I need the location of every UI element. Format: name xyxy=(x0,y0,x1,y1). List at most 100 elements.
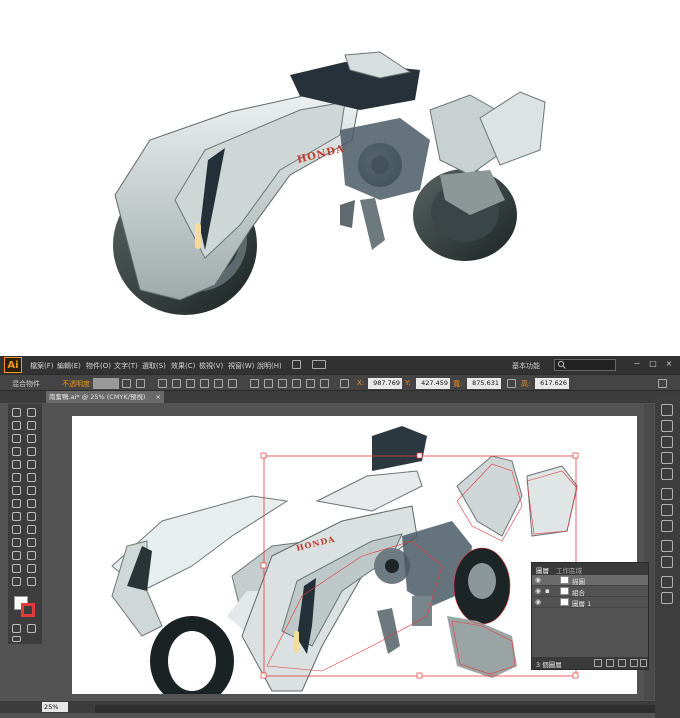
direct-selection-tool-icon[interactable] xyxy=(27,408,36,417)
eye-icon[interactable]: ◉ xyxy=(535,598,541,606)
blend-tool-icon[interactable] xyxy=(27,538,36,547)
gradient-panel-icon[interactable] xyxy=(661,504,673,516)
align-middle-icon[interactable] xyxy=(214,379,223,388)
color-panel-icon[interactable] xyxy=(661,404,673,416)
h-field[interactable]: 617.626 xyxy=(535,378,569,389)
opacity-field[interactable] xyxy=(93,378,119,389)
layer-row[interactable]: ◉ 圖層 1 xyxy=(532,597,648,608)
symbols-panel-icon[interactable] xyxy=(661,468,673,480)
menu-window[interactable]: 視窗(W) xyxy=(228,361,254,371)
free-transform-tool-icon[interactable] xyxy=(27,499,36,508)
transform-reference-icon[interactable] xyxy=(340,379,349,388)
artboard-tool-icon[interactable] xyxy=(12,564,21,573)
none-mode-icon[interactable] xyxy=(27,624,36,633)
width-tool-icon[interactable] xyxy=(12,499,21,508)
menu-view[interactable]: 檢視(V) xyxy=(199,361,223,371)
perspective-grid-tool-icon[interactable] xyxy=(27,512,36,521)
menu-file[interactable]: 檔案(F) xyxy=(30,361,54,371)
swatches-panel-icon[interactable] xyxy=(661,436,673,448)
zoom-field[interactable]: 25% xyxy=(42,702,68,712)
graph-tool-icon[interactable] xyxy=(27,551,36,560)
eye-icon[interactable]: ◉ xyxy=(535,576,541,584)
hand-tool-icon[interactable] xyxy=(12,577,21,586)
opacity-label[interactable]: 不透明度: xyxy=(62,379,92,389)
workspace-switcher[interactable]: 基本功能 xyxy=(512,361,540,371)
opacity-dropdown-icon[interactable] xyxy=(122,379,131,388)
blob-brush-tool-icon[interactable] xyxy=(12,473,21,482)
eraser-tool-icon[interactable] xyxy=(27,473,36,482)
distribute-icon-5[interactable] xyxy=(306,379,315,388)
stroke-swatch[interactable] xyxy=(21,603,35,617)
layer-row[interactable]: ◉ 描圖 xyxy=(532,575,648,586)
layer-row[interactable]: ◉ ▪ 組合 xyxy=(532,586,648,597)
type-tool-icon[interactable] xyxy=(27,434,36,443)
arrange-documents-icon[interactable] xyxy=(312,360,326,369)
tab-artboards[interactable]: 工作區域 xyxy=(556,565,582,575)
maximize-button[interactable]: □ xyxy=(648,359,658,369)
stroke-panel-icon[interactable] xyxy=(661,488,673,500)
minimize-button[interactable]: − xyxy=(632,359,642,369)
help-search-input[interactable] xyxy=(554,359,616,371)
pen-tool-icon[interactable] xyxy=(12,434,21,443)
shape-builder-tool-icon[interactable] xyxy=(12,512,21,521)
appearance-panel-icon[interactable] xyxy=(661,540,673,552)
new-sublayer-icon[interactable] xyxy=(618,659,626,667)
layers-icon[interactable] xyxy=(661,576,673,588)
menu-effect[interactable]: 效果(C) xyxy=(171,361,195,371)
align-right-icon[interactable] xyxy=(186,379,195,388)
draw-mode-icon[interactable] xyxy=(12,636,21,642)
align-left-icon[interactable] xyxy=(158,379,167,388)
eyedropper-tool-icon[interactable] xyxy=(12,538,21,547)
menu-object[interactable]: 物件(O) xyxy=(86,361,111,371)
menu-type[interactable]: 文字(T) xyxy=(114,361,138,371)
align-top-icon[interactable] xyxy=(200,379,209,388)
gradient-tool-icon[interactable] xyxy=(27,525,36,534)
graphic-styles-panel-icon[interactable] xyxy=(661,556,673,568)
recolor-icon[interactable] xyxy=(136,379,145,388)
horizontal-scrollbar[interactable] xyxy=(95,705,655,713)
bridge-icon[interactable] xyxy=(292,360,301,369)
menu-help[interactable]: 說明(H) xyxy=(257,361,282,371)
y-field[interactable]: 427.459 xyxy=(416,378,450,389)
w-field[interactable]: 875.631 xyxy=(467,378,501,389)
document-tab[interactable]: 南奮鴨.ai* @ 25% (CMYK/預視) × xyxy=(46,391,164,403)
selection-tool-icon[interactable] xyxy=(12,408,21,417)
constrain-link-icon[interactable] xyxy=(507,379,516,388)
slice-tool-icon[interactable] xyxy=(27,564,36,573)
distribute-icon-3[interactable] xyxy=(278,379,287,388)
eye-icon[interactable]: ◉ xyxy=(535,587,541,595)
distribute-icon-4[interactable] xyxy=(292,379,301,388)
close-tab-icon[interactable]: × xyxy=(156,391,161,403)
distribute-icon[interactable] xyxy=(250,379,259,388)
pencil-tool-icon[interactable] xyxy=(27,460,36,469)
panel-menu-icon[interactable] xyxy=(658,379,667,388)
distribute-icon-2[interactable] xyxy=(264,379,273,388)
x-field[interactable]: 987.769 xyxy=(368,378,402,389)
make-clipping-mask-icon[interactable] xyxy=(606,659,614,667)
menu-edit[interactable]: 編輯(E) xyxy=(57,361,81,371)
zoom-tool-icon[interactable] xyxy=(27,577,36,586)
delete-layer-icon[interactable] xyxy=(640,659,647,667)
scale-tool-icon[interactable] xyxy=(27,486,36,495)
rotate-tool-icon[interactable] xyxy=(12,486,21,495)
new-layer-icon[interactable] xyxy=(630,659,638,667)
brushes-panel-icon[interactable] xyxy=(661,452,673,464)
tab-layers[interactable]: 圖層 xyxy=(536,565,549,575)
close-window-button[interactable]: × xyxy=(664,359,674,369)
symbol-sprayer-tool-icon[interactable] xyxy=(12,551,21,560)
line-tool-icon[interactable] xyxy=(12,447,21,456)
color-mode-icon[interactable] xyxy=(12,624,21,633)
lasso-tool-icon[interactable] xyxy=(27,421,36,430)
locate-object-icon[interactable] xyxy=(594,659,602,667)
color-guide-panel-icon[interactable] xyxy=(661,420,673,432)
align-bottom-icon[interactable] xyxy=(228,379,237,388)
artboards-panel-icon[interactable] xyxy=(661,592,673,604)
menu-select[interactable]: 選取(S) xyxy=(142,361,166,371)
magic-wand-tool-icon[interactable] xyxy=(12,421,21,430)
transparency-panel-icon[interactable] xyxy=(661,520,673,532)
mesh-tool-icon[interactable] xyxy=(12,525,21,534)
paintbrush-tool-icon[interactable] xyxy=(12,460,21,469)
distribute-icon-6[interactable] xyxy=(320,379,329,388)
rectangle-tool-icon[interactable] xyxy=(27,447,36,456)
lock-icon[interactable]: ▪ xyxy=(545,587,550,595)
